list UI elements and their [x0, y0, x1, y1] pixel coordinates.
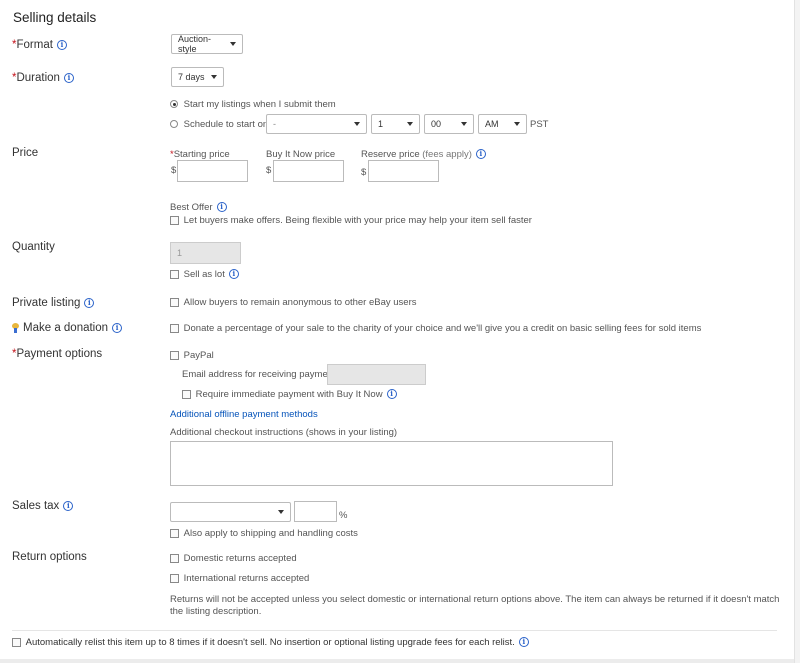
page-title: Selling details [13, 10, 97, 25]
paypal-email-input[interactable] [327, 364, 426, 385]
info-icon[interactable]: i [518, 637, 529, 648]
info-icon[interactable]: i [216, 202, 227, 213]
format-label: *Format i [12, 39, 67, 51]
info-icon[interactable]: i [475, 149, 486, 160]
sales-tax-label: Sales tax i [12, 500, 74, 512]
info-icon[interactable]: i [63, 500, 74, 511]
buy-it-now-label: Buy It Now price [266, 149, 336, 160]
paypal-option[interactable]: PayPal [170, 350, 214, 361]
divider [12, 630, 777, 631]
chevron-down-icon [278, 510, 284, 514]
payment-options-label: *Payment options [12, 348, 103, 360]
checkout-instructions-label: Additional checkout instructions (shows … [170, 427, 398, 438]
sales-tax-rate-input[interactable] [294, 501, 337, 522]
currency-symbol: $ [266, 165, 272, 176]
best-offer-label: Best Offer i [170, 202, 227, 213]
percent-sign: % [339, 510, 348, 521]
immediate-payment-checkbox[interactable] [182, 389, 191, 399]
chevron-down-icon [354, 122, 360, 126]
chevron-down-icon [211, 75, 217, 79]
best-offer-checkbox[interactable] [170, 215, 179, 225]
private-listing-option[interactable]: Allow buyers to remain anonymous to othe… [170, 297, 417, 308]
auto-relist-checkbox[interactable] [12, 637, 21, 647]
schedule-option[interactable]: Schedule to start on [170, 119, 268, 130]
private-listing-label: Private listing i [12, 297, 95, 309]
paypal-email-label: Email address for receiving payment: [182, 369, 339, 380]
returns-note: Returns will not be accepted unless you … [170, 594, 780, 617]
starting-price-label: *Starting price [170, 149, 230, 160]
info-icon[interactable]: i [112, 322, 123, 333]
tax-shipping-checkbox[interactable] [170, 528, 179, 538]
quantity-label: Quantity [12, 241, 55, 253]
scrollbar[interactable] [794, 0, 800, 663]
reserve-price-input[interactable] [368, 160, 439, 182]
reserve-price-label: Reserve price (fees apply) i [361, 149, 486, 160]
timezone-label: PST [530, 119, 549, 130]
international-returns-option[interactable]: International returns accepted [170, 573, 309, 584]
return-options-label: Return options [12, 551, 87, 563]
schedule-date-select[interactable]: - [266, 114, 367, 134]
chevron-down-icon [461, 122, 467, 126]
donation-label: Make a donation i [12, 322, 123, 334]
checkout-instructions-textarea[interactable] [170, 441, 613, 486]
start-now-option[interactable]: Start my listings when I submit them [170, 99, 336, 110]
price-label: Price [12, 147, 39, 159]
radio-schedule[interactable] [170, 120, 178, 129]
domestic-returns-option[interactable]: Domestic returns accepted [170, 553, 297, 564]
domestic-returns-checkbox[interactable] [170, 553, 179, 563]
chevron-down-icon [407, 122, 413, 126]
paypal-checkbox[interactable] [170, 350, 179, 360]
info-icon[interactable]: i [228, 269, 239, 280]
schedule-hour-select[interactable]: 1 [371, 114, 420, 134]
currency-symbol: $ [361, 167, 367, 178]
buy-it-now-input[interactable] [273, 160, 344, 182]
duration-select[interactable]: 7 days [171, 67, 224, 87]
bottom-border [0, 659, 794, 663]
duration-label: *Duration i [12, 72, 74, 84]
quantity-input[interactable]: 1 [170, 242, 241, 264]
immediate-payment-option[interactable]: Require immediate payment with Buy It No… [182, 389, 397, 400]
schedule-minute-select[interactable]: 00 [424, 114, 474, 134]
info-icon[interactable]: i [84, 297, 95, 308]
best-offer-option[interactable]: Let buyers make offers. Being flexible w… [170, 215, 532, 226]
donation-option[interactable]: Donate a percentage of your sale to the … [170, 323, 701, 334]
offline-payment-link[interactable]: Additional offline payment methods [170, 409, 318, 420]
tax-shipping-option[interactable]: Also apply to shipping and handling cost… [170, 528, 358, 539]
format-select[interactable]: Auction-style [171, 34, 243, 54]
info-icon[interactable]: i [386, 389, 397, 400]
sell-as-lot-checkbox[interactable] [170, 269, 179, 279]
info-icon[interactable]: i [63, 72, 74, 83]
radio-start-now[interactable] [170, 100, 178, 109]
starting-price-input[interactable] [177, 160, 248, 182]
auto-relist-option[interactable]: Automatically relist this item up to 8 t… [12, 637, 529, 648]
chevron-down-icon [514, 122, 520, 126]
info-icon[interactable]: i [56, 39, 67, 50]
sell-as-lot-option[interactable]: Sell as lot i [170, 269, 239, 280]
schedule-ampm-select[interactable]: AM [478, 114, 527, 134]
international-returns-checkbox[interactable] [170, 573, 179, 583]
sales-tax-state-select[interactable] [170, 502, 291, 522]
private-listing-checkbox[interactable] [170, 297, 179, 307]
chevron-down-icon [230, 42, 236, 46]
currency-symbol: $ [171, 165, 177, 176]
ribbon-icon [12, 322, 19, 333]
donation-checkbox[interactable] [170, 323, 179, 333]
